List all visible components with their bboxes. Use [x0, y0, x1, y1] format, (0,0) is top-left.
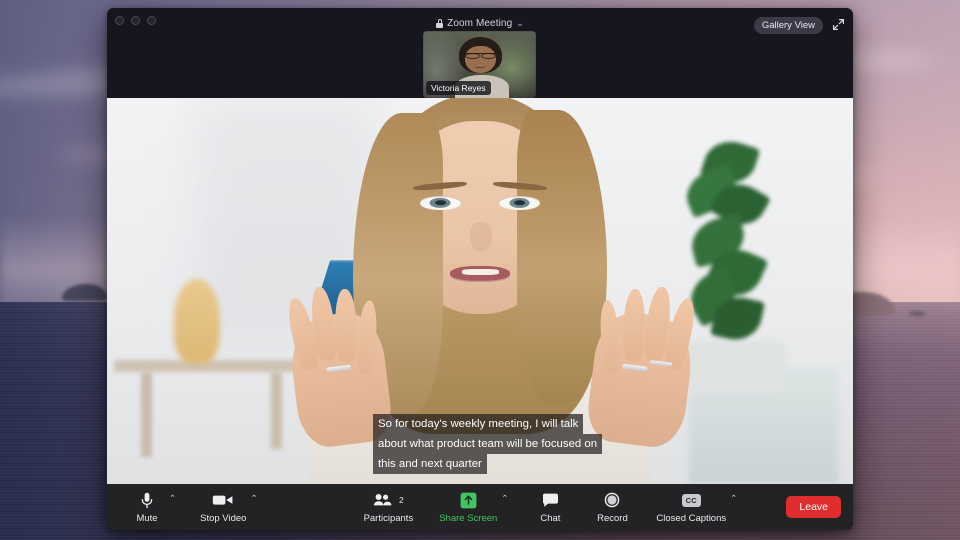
chevron-down-icon[interactable]: ⌄	[516, 19, 524, 28]
active-speaker-video[interactable]: So for today's weekly meeting, I will ta…	[107, 98, 853, 484]
gallery-view-label: Gallery View	[761, 20, 815, 31]
audio-options-chevron-icon[interactable]: ⌃	[169, 493, 176, 503]
video-camera-icon	[212, 491, 234, 510]
chat-button[interactable]: Chat	[530, 491, 570, 524]
video-options-chevron-icon[interactable]: ⌃	[250, 493, 257, 503]
self-view-thumbnail[interactable]: Victoria Reyes	[423, 31, 536, 98]
record-label: Record	[597, 512, 628, 524]
closed-captions-button[interactable]: CC Closed Captions	[654, 491, 728, 524]
lock-icon	[436, 19, 444, 28]
record-button[interactable]: Record	[592, 491, 632, 524]
participants-label: Participants	[363, 512, 414, 524]
leave-label: Leave	[799, 501, 828, 513]
cc-badge-text: CC	[681, 493, 701, 507]
closed-captions-label: Closed Captions	[656, 512, 727, 524]
share-options-chevron-icon[interactable]: ⌃	[501, 493, 508, 503]
speaker-eye	[499, 196, 540, 210]
record-circle-icon	[604, 491, 620, 510]
speaker-teeth	[462, 268, 500, 275]
mute-button[interactable]: Mute	[127, 491, 167, 524]
stop-video-label: Stop Video	[200, 512, 247, 524]
window-titlebar: Zoom Meeting ⌄ Gallery View Victoria Rey…	[107, 8, 853, 98]
zoom-meeting-window: Zoom Meeting ⌄ Gallery View Victoria Rey…	[107, 8, 853, 530]
glasses-icon	[464, 53, 497, 60]
stop-video-button[interactable]: Stop Video	[198, 491, 248, 524]
chat-bubble-icon	[542, 491, 559, 510]
share-screen-icon	[460, 491, 477, 510]
self-view-name-label: Victoria Reyes	[426, 81, 491, 95]
speaker-eye	[420, 196, 461, 210]
share-screen-button[interactable]: Share Screen	[437, 491, 499, 524]
window-title[interactable]: Zoom Meeting ⌄	[107, 18, 853, 29]
captions-options-chevron-icon[interactable]: ⌃	[730, 493, 737, 503]
mute-label: Mute	[136, 512, 158, 524]
chat-label: Chat	[540, 512, 561, 524]
participants-count: 2	[399, 494, 404, 505]
self-view-smile	[473, 65, 487, 68]
speaker-person	[107, 98, 853, 484]
gallery-view-button[interactable]: Gallery View	[753, 17, 823, 34]
people-icon: 2	[373, 491, 404, 510]
meeting-toolbar: Mute ⌃ Stop Video ⌃ 2 Participants Share…	[107, 484, 853, 530]
microphone-icon	[141, 491, 153, 510]
speaker-right-hand	[584, 286, 699, 451]
fullscreen-icon[interactable]	[829, 16, 847, 32]
share-screen-label: Share Screen	[439, 512, 498, 524]
participants-button[interactable]: 2 Participants	[362, 491, 416, 524]
self-view-face	[465, 45, 496, 73]
window-title-text: Zoom Meeting	[447, 18, 513, 29]
sea-rock	[909, 311, 927, 316]
closed-captions-icon: CC	[681, 491, 701, 510]
speaker-nose	[469, 221, 492, 253]
leave-meeting-button[interactable]: Leave	[786, 496, 841, 518]
